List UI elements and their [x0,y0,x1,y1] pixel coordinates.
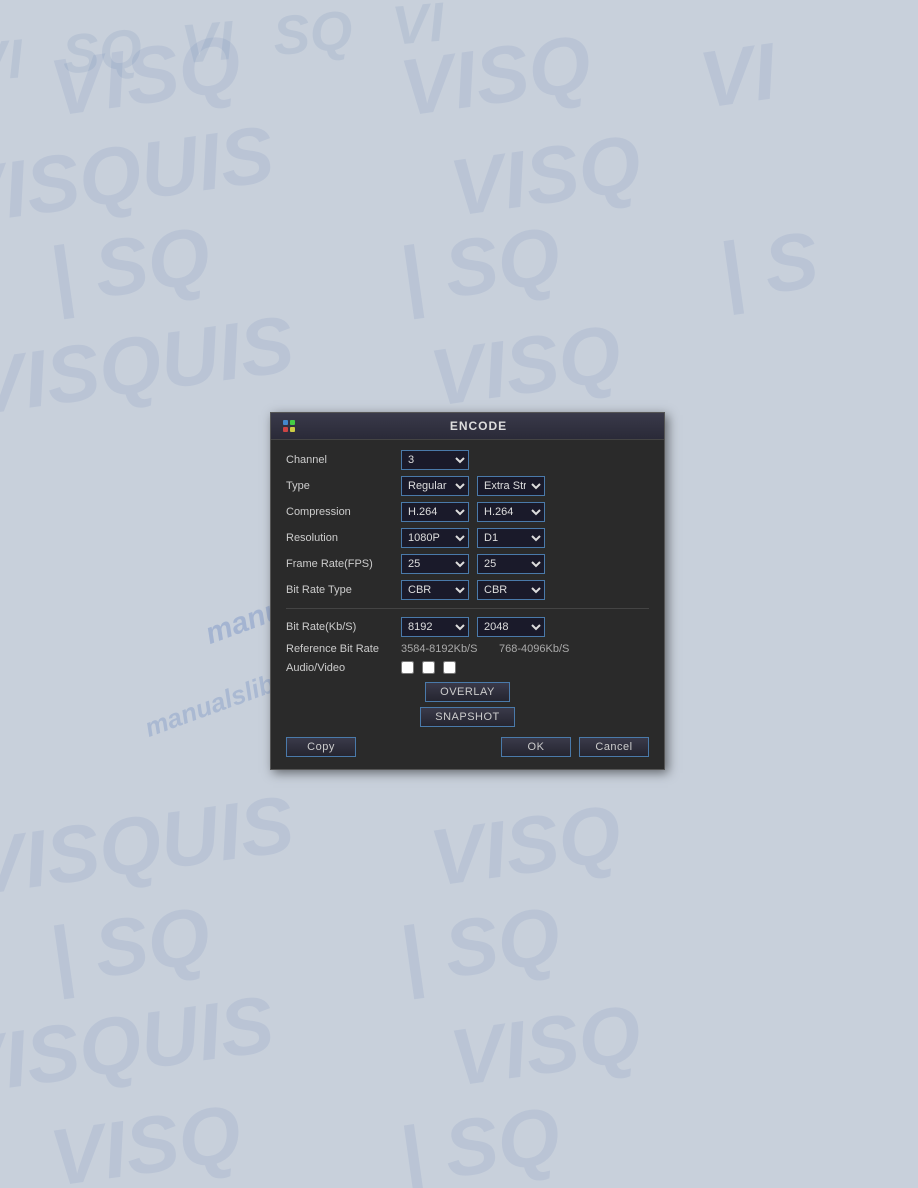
ref-bit-rate-right: 768-4096Kb/S [499,643,589,655]
type-label: Type [286,480,401,492]
type-row: Type Regular Motion Alarm Extra Stream1 … [286,476,649,496]
compression-label: Compression [286,506,401,518]
resolution-controls: 1080P 720P D1 CIF D1 CIF QCIF [401,528,545,548]
frame-rate-select-left[interactable]: 25 20 15 10 5 1 [401,554,469,574]
audio-video-checkbox-right2[interactable] [443,661,456,674]
dialog-title: ENCODE [303,419,654,433]
frame-rate-label: Frame Rate(FPS) [286,558,401,570]
dialog-titlebar: ENCODE [271,413,664,440]
resolution-row: Resolution 1080P 720P D1 CIF D1 CIF QCIF [286,528,649,548]
compression-row: Compression H.264 MJPEG H.264 MJPEG [286,502,649,522]
bottom-buttons: Copy OK Cancel [286,733,649,757]
audio-video-label: Audio/Video [286,662,401,674]
bit-rate-type-controls: CBR VBR CBR VBR [401,580,545,600]
compression-controls: H.264 MJPEG H.264 MJPEG [401,502,545,522]
type-controls: Regular Motion Alarm Extra Stream1 Extra… [401,476,545,496]
bit-rate-row: Bit Rate(Kb/S) 8192 6144 4096 2048 1024 … [286,617,649,637]
copy-button[interactable]: Copy [286,737,356,757]
resolution-select-right[interactable]: D1 CIF QCIF [477,528,545,548]
resolution-label: Resolution [286,532,401,544]
frame-rate-select-right[interactable]: 25 20 15 10 5 1 [477,554,545,574]
type-select-right[interactable]: Extra Stream1 Extra Stream2 [477,476,545,496]
ref-bit-rate-values: 3584-8192Kb/S 768-4096Kb/S [401,643,589,655]
bit-rate-select-right[interactable]: 2048 1024 512 256 [477,617,545,637]
audio-video-checkboxes [401,661,456,674]
compression-select-left[interactable]: H.264 MJPEG [401,502,469,522]
ref-bit-rate-label: Reference Bit Rate [286,643,401,655]
overlay-button[interactable]: OVERLAY [425,682,510,702]
ref-bit-rate-row: Reference Bit Rate 3584-8192Kb/S 768-409… [286,643,649,655]
type-select-left[interactable]: Regular Motion Alarm [401,476,469,496]
frame-rate-controls: 25 20 15 10 5 1 25 20 15 10 5 1 [401,554,545,574]
audio-video-checkbox-left[interactable] [401,661,414,674]
bottom-left: Copy [286,737,501,757]
resolution-select-left[interactable]: 1080P 720P D1 CIF [401,528,469,548]
bit-rate-type-row: Bit Rate Type CBR VBR CBR VBR [286,580,649,600]
bit-rate-controls: 8192 6144 4096 2048 1024 512 2048 1024 5… [401,617,545,637]
encode-dialog: ENCODE Channel 3 1 2 4 Type Regular Moti… [270,412,665,770]
bit-rate-select-left[interactable]: 8192 6144 4096 2048 1024 512 [401,617,469,637]
frame-rate-row: Frame Rate(FPS) 25 20 15 10 5 1 25 20 15… [286,554,649,574]
snapshot-button[interactable]: SNAPSHOT [420,707,515,727]
bottom-right: OK Cancel [501,737,649,757]
cancel-button[interactable]: Cancel [579,737,649,757]
divider [286,608,649,609]
dialog-icon [281,418,297,434]
ref-bit-rate-left: 3584-8192Kb/S [401,643,491,655]
dialog-body: Channel 3 1 2 4 Type Regular Motion Alar… [271,440,664,769]
ok-button[interactable]: OK [501,737,571,757]
bit-rate-label: Bit Rate(Kb/S) [286,621,401,633]
bit-rate-type-label: Bit Rate Type [286,584,401,596]
overlay-snapshot-buttons: OVERLAY SNAPSHOT [286,682,649,727]
audio-video-checkbox-right1[interactable] [422,661,435,674]
compression-select-right[interactable]: H.264 MJPEG [477,502,545,522]
channel-controls: 3 1 2 4 [401,450,469,470]
channel-label: Channel [286,454,401,466]
channel-select[interactable]: 3 1 2 4 [401,450,469,470]
channel-row: Channel 3 1 2 4 [286,450,649,470]
bit-rate-type-select-left[interactable]: CBR VBR [401,580,469,600]
audio-video-row: Audio/Video [286,661,649,674]
bit-rate-type-select-right[interactable]: CBR VBR [477,580,545,600]
